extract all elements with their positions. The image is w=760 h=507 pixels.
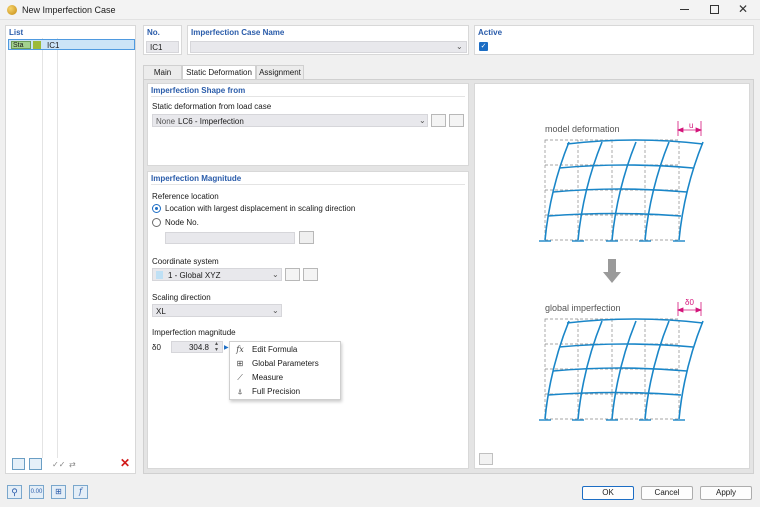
menu-item-full-precision[interactable]: ⍋ Full Precision bbox=[230, 385, 340, 399]
model-deformed-frame bbox=[544, 139, 704, 241]
window-title: New Imperfection Case bbox=[22, 5, 116, 15]
global-parameters-icon: ⊞ bbox=[236, 359, 244, 368]
imperfection-magnitude-value: 304.8 bbox=[188, 343, 209, 352]
coordinate-system-dropdown-icon: ⌄ bbox=[272, 270, 279, 279]
shape-title: Imperfection Shape from bbox=[151, 86, 246, 95]
reference-location-label: Reference location bbox=[152, 192, 219, 201]
menu-label-global-parameters: Global Parameters bbox=[252, 359, 319, 368]
uncheck-icon[interactable]: ⇄ bbox=[69, 460, 76, 469]
active-panel: Active ✓ bbox=[474, 25, 754, 55]
ok-button[interactable]: OK bbox=[582, 486, 634, 500]
coordinate-system-value: 1 - Global XYZ bbox=[168, 271, 221, 280]
radio-largest-displacement[interactable] bbox=[152, 204, 161, 213]
name-dropdown-icon[interactable]: ⌄ bbox=[456, 42, 463, 51]
delete-icon[interactable]: ✕ bbox=[120, 456, 130, 470]
scaling-direction-label: Scaling direction bbox=[152, 293, 211, 302]
menu-label-measure: Measure bbox=[252, 373, 284, 382]
name-field[interactable] bbox=[190, 41, 467, 53]
list-divider-2 bbox=[57, 38, 58, 458]
list-item-label: IC1 bbox=[47, 41, 60, 50]
menu-label-edit-formula: Edit Formula bbox=[252, 345, 298, 354]
diagram-settings-icon[interactable] bbox=[479, 453, 493, 465]
formula-icon: fx bbox=[236, 345, 244, 354]
close-icon[interactable]: ✕ bbox=[738, 2, 748, 16]
load-case-select[interactable]: None LC6 - Imperfection ⌄ bbox=[152, 114, 428, 127]
context-menu: fx Edit Formula ⊞ Global Parameters ⟋ Me… bbox=[229, 341, 341, 400]
new-coordinate-system-icon[interactable] bbox=[285, 268, 300, 281]
load-case-dropdown-icon: ⌄ bbox=[419, 116, 426, 125]
scaling-direction-value: XL bbox=[156, 307, 166, 316]
spin-down-icon[interactable]: ▾ bbox=[215, 346, 218, 353]
deformation-diagram: model deformation u global imperfection … bbox=[539, 121, 704, 421]
global-imperfection-label: global imperfection bbox=[545, 303, 621, 313]
tab-assignment[interactable]: Assignment bbox=[256, 65, 304, 79]
menu-label-full-precision: Full Precision bbox=[252, 387, 301, 396]
load-case-label: Static deformation from load case bbox=[152, 102, 272, 111]
menu-item-global-parameters[interactable]: ⊞ Global Parameters bbox=[230, 357, 340, 371]
edit-load-case-icon[interactable] bbox=[449, 114, 464, 127]
structure-icon[interactable]: ⊞ bbox=[51, 485, 66, 499]
global-dim-label: δ0 bbox=[685, 298, 694, 307]
magnitude-section: Imperfection Magnitude Reference locatio… bbox=[147, 171, 469, 469]
list-title: List bbox=[9, 28, 24, 37]
minimize-icon[interactable] bbox=[680, 9, 689, 10]
list-divider-1 bbox=[42, 38, 43, 458]
tab-main[interactable]: Main bbox=[143, 65, 182, 79]
measure-icon: ⟋ bbox=[237, 373, 243, 382]
full-precision-icon: ⍋ bbox=[237, 387, 243, 396]
app-icon bbox=[7, 5, 17, 15]
scaling-direction-dropdown-icon: ⌄ bbox=[272, 306, 279, 315]
copy-item-icon[interactable] bbox=[29, 458, 42, 470]
no-field[interactable]: IC1 bbox=[146, 41, 179, 53]
shape-section: Imperfection Shape from Static deformati… bbox=[147, 83, 469, 166]
list-item[interactable]: Sta IC1 bbox=[8, 39, 135, 50]
radio-node-no[interactable] bbox=[152, 218, 161, 227]
no-panel: No. IC1 bbox=[143, 25, 182, 55]
scaling-direction-select[interactable]: XL ⌄ bbox=[152, 304, 282, 317]
radio-selected-dot bbox=[155, 207, 158, 210]
model-deformation-label: model deformation bbox=[545, 124, 620, 134]
load-case-value: LC6 - Imperfection bbox=[178, 117, 244, 126]
load-case-none: None bbox=[156, 117, 176, 126]
apply-button[interactable]: Apply bbox=[700, 486, 752, 500]
new-load-case-icon[interactable] bbox=[431, 114, 446, 127]
pick-node-icon[interactable] bbox=[299, 231, 314, 244]
name-label: Imperfection Case Name bbox=[191, 28, 285, 37]
active-checkbox[interactable]: ✓ bbox=[479, 42, 488, 51]
magnitude-title-rule bbox=[151, 184, 465, 185]
delta-symbol: δ0 bbox=[152, 343, 161, 352]
tab-static-deformation[interactable]: Static Deformation bbox=[182, 65, 256, 79]
cancel-button[interactable]: Cancel bbox=[641, 486, 693, 500]
imperfection-magnitude-label: Imperfection magnitude bbox=[152, 328, 236, 337]
menu-item-edit-formula[interactable]: fx Edit Formula bbox=[230, 343, 340, 357]
global-deformed-frame bbox=[544, 318, 704, 420]
maximize-icon[interactable] bbox=[710, 5, 719, 14]
search-icon[interactable]: ⚲ bbox=[7, 485, 22, 499]
formula-footer-icon[interactable]: f bbox=[73, 485, 88, 499]
list-item-badge: Sta bbox=[11, 41, 31, 49]
no-label: No. bbox=[147, 28, 160, 37]
menu-arrow-icon[interactable]: ▶ bbox=[224, 344, 229, 351]
list-item-color bbox=[33, 41, 41, 49]
new-item-icon[interactable] bbox=[12, 458, 25, 470]
transform-arrow-icon bbox=[603, 259, 621, 283]
menu-item-measure[interactable]: ⟋ Measure bbox=[230, 371, 340, 385]
active-label: Active bbox=[478, 28, 503, 37]
largest-displacement-label: Location with largest displacement in sc… bbox=[165, 204, 356, 213]
edit-coordinate-system-icon[interactable] bbox=[303, 268, 318, 281]
node-no-field[interactable] bbox=[165, 232, 295, 244]
magnitude-title: Imperfection Magnitude bbox=[151, 174, 242, 183]
node-no-label: Node No. bbox=[165, 218, 199, 227]
coordinate-system-label: Coordinate system bbox=[152, 257, 219, 266]
model-dim-label: u bbox=[689, 121, 693, 130]
coordinate-system-color bbox=[156, 271, 163, 279]
title-bar: New Imperfection Case ✕ bbox=[0, 0, 760, 20]
units-icon[interactable]: 0.00 bbox=[29, 485, 44, 499]
check-all-icon[interactable]: ✓✓ bbox=[52, 460, 65, 469]
name-panel: Imperfection Case Name ⌄ bbox=[187, 25, 469, 55]
shape-title-rule bbox=[151, 96, 465, 97]
list-panel: List Sta IC1 ✓✓ ⇄ ✕ bbox=[5, 25, 136, 474]
diagram-panel: model deformation u global imperfection … bbox=[474, 83, 750, 469]
coordinate-system-select[interactable]: 1 - Global XYZ ⌄ bbox=[152, 268, 282, 281]
